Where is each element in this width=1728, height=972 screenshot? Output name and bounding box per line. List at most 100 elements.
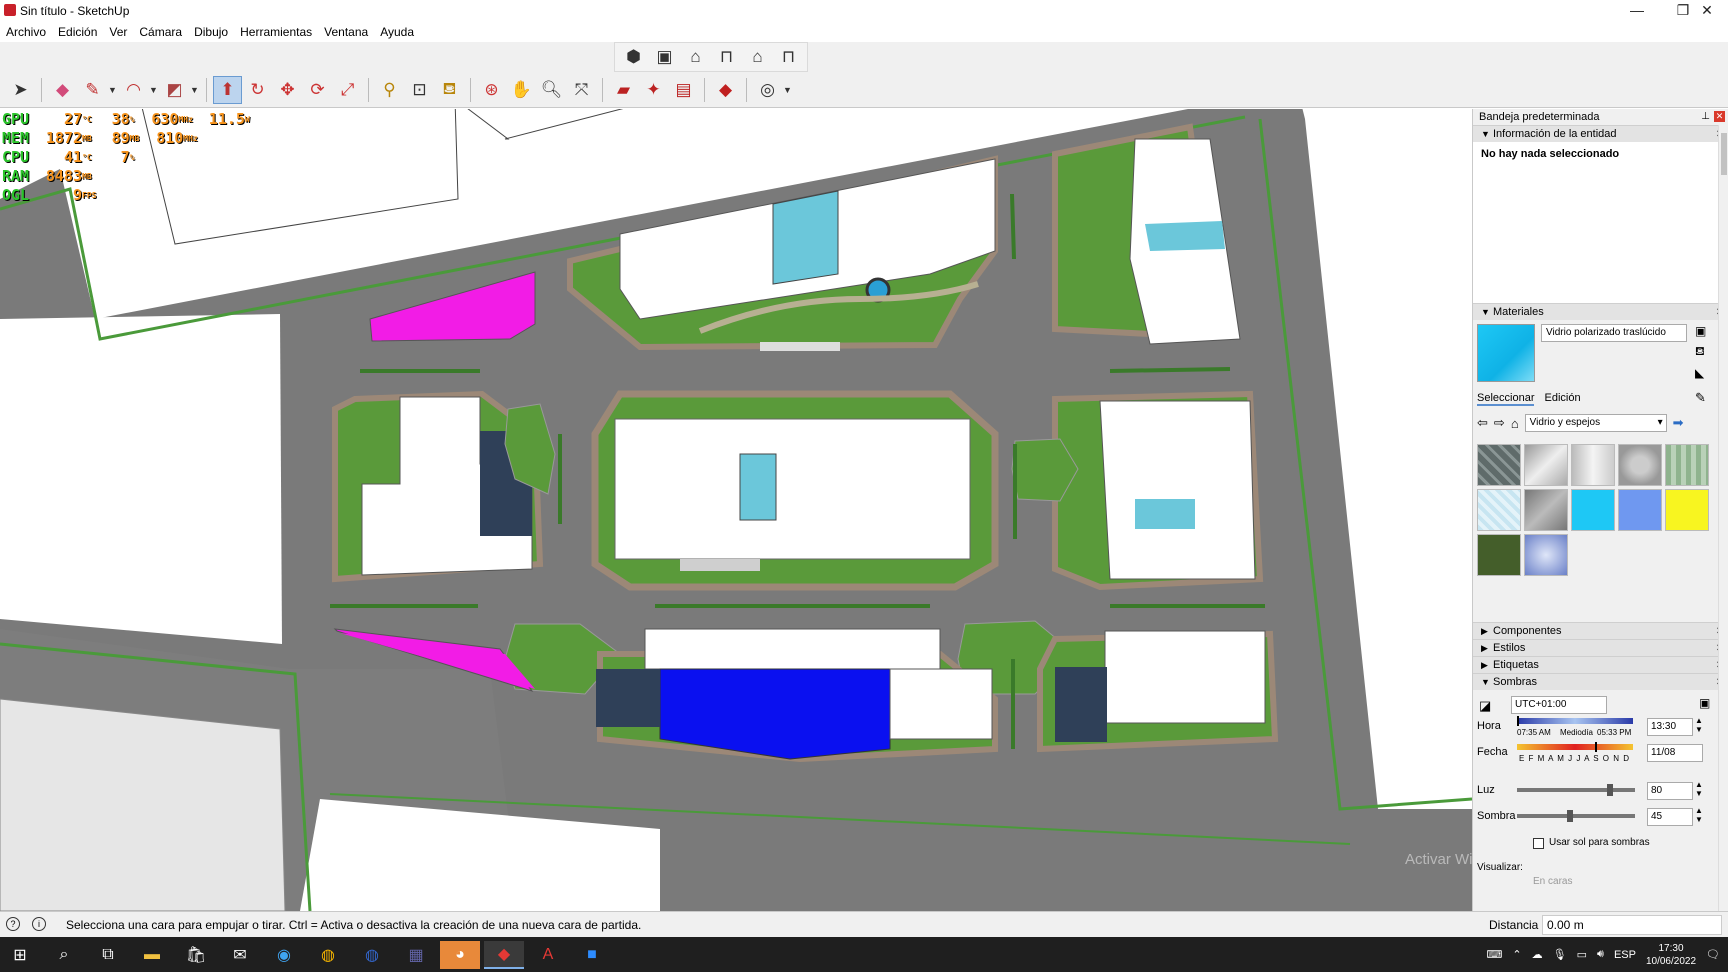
tray-scrollbar[interactable] bbox=[1718, 125, 1728, 911]
extension-warehouse-icon[interactable]: ✦ bbox=[639, 76, 668, 104]
line-dropdown-icon[interactable]: ▼ bbox=[108, 85, 118, 95]
shadow-settings-icon[interactable]: ▣ bbox=[1699, 696, 1710, 710]
create-material-icon[interactable]: ▣ bbox=[1695, 324, 1706, 338]
timezone-select[interactable]: UTC+01:00 bbox=[1511, 696, 1607, 714]
store-icon[interactable]: 🛍︎ bbox=[176, 941, 216, 969]
entity-info-header[interactable]: ▼Información de la entidad✕ bbox=[1473, 125, 1728, 142]
scrollbar-thumb[interactable] bbox=[1721, 133, 1727, 175]
paint-bucket-icon[interactable]: ⛾ bbox=[435, 76, 464, 104]
pencil-line-icon[interactable]: ✎ bbox=[78, 76, 107, 104]
rotate-icon[interactable]: ⟳ bbox=[303, 76, 332, 104]
eraser-icon[interactable]: ◆ bbox=[48, 76, 77, 104]
info-icon[interactable]: i bbox=[32, 917, 46, 931]
on-faces-option[interactable]: En caras bbox=[1533, 876, 1572, 887]
menu-ayuda[interactable]: Ayuda bbox=[380, 22, 414, 42]
shadow-input[interactable]: 45 bbox=[1647, 808, 1693, 826]
scale-icon[interactable]: ⤢ bbox=[333, 76, 362, 104]
back-view-icon[interactable]: ⌂ bbox=[743, 43, 772, 71]
material-name-field[interactable]: Vidrio polarizado traslúcido bbox=[1541, 324, 1687, 342]
zoom-app-icon[interactable]: ■ bbox=[572, 941, 612, 969]
shadow-toggle-icon[interactable]: ◪ bbox=[1479, 698, 1491, 714]
time-spinner-icon[interactable]: ▲ ▼ bbox=[1695, 716, 1703, 734]
move-icon[interactable]: ✥ bbox=[273, 76, 302, 104]
chrome-profile-icon[interactable]: ◍ bbox=[352, 941, 392, 969]
mail-icon[interactable]: ✉ bbox=[220, 941, 260, 969]
model-viewport[interactable]: GPU 27 °C 38% 630 MHz 11.5 W MEM 1872 MB 89 M… bbox=[0, 109, 1472, 911]
date-slider[interactable] bbox=[1517, 744, 1633, 750]
light-slider-knob[interactable] bbox=[1606, 784, 1613, 796]
ruby-console-icon[interactable]: ◆ bbox=[711, 76, 740, 104]
time-input[interactable]: 13:30 bbox=[1647, 718, 1693, 736]
account-dropdown-icon[interactable]: ▼ bbox=[783, 85, 793, 95]
teams-icon[interactable]: ▦ bbox=[396, 941, 436, 969]
task-view-icon[interactable]: ⧉ bbox=[88, 941, 128, 969]
light-slider[interactable] bbox=[1517, 788, 1635, 792]
use-sun-checkbox[interactable] bbox=[1533, 838, 1544, 849]
start-icon[interactable]: ⊞ bbox=[0, 941, 40, 969]
layout-send-icon[interactable]: ▤ bbox=[669, 76, 698, 104]
pan-hand-icon[interactable]: ✋ bbox=[507, 76, 536, 104]
tab-seleccionar[interactable]: Seleccionar bbox=[1477, 392, 1535, 406]
close-button[interactable]: ✕ bbox=[1684, 0, 1728, 22]
paint-default-icon[interactable]: ⛾ bbox=[1695, 344, 1705, 360]
details-arrow-icon[interactable]: ➡ bbox=[1673, 415, 1684, 431]
follow-me-icon[interactable]: ↻ bbox=[243, 76, 272, 104]
rectangle-icon[interactable]: ◩ bbox=[160, 76, 189, 104]
componentes-header[interactable]: ▶Componentes✕ bbox=[1473, 622, 1728, 639]
sketchup-taskbar-icon[interactable]: ◆ bbox=[484, 941, 524, 969]
arc-icon[interactable]: ◠ bbox=[119, 76, 148, 104]
select-arrow-icon[interactable]: ➤ bbox=[6, 76, 35, 104]
text-label-icon[interactable]: ⊡ bbox=[405, 76, 434, 104]
sombras-header[interactable]: ▼Sombras✕ bbox=[1473, 673, 1728, 690]
material-swatch[interactable] bbox=[1524, 534, 1568, 576]
material-swatch[interactable] bbox=[1571, 444, 1615, 486]
tray-close-icon[interactable]: ✕ bbox=[1714, 111, 1725, 122]
geo-location-icon[interactable]: ? bbox=[6, 917, 20, 931]
menu-ventana[interactable]: Ventana bbox=[324, 22, 368, 42]
material-swatch[interactable] bbox=[1665, 444, 1709, 486]
date-input[interactable]: 11/08 bbox=[1647, 744, 1703, 762]
material-swatch[interactable] bbox=[1524, 489, 1568, 531]
notifications-icon[interactable]: 🗨︎ bbox=[1706, 948, 1720, 961]
time-slider-knob[interactable] bbox=[1517, 716, 1519, 726]
menu-ver[interactable]: Ver bbox=[109, 22, 127, 42]
push-pull-icon[interactable]: ⬆ bbox=[213, 76, 242, 104]
front-view-icon[interactable]: ⌂ bbox=[681, 43, 710, 71]
material-swatch[interactable] bbox=[1665, 489, 1709, 531]
mic-icon[interactable]: 🎙︎ bbox=[1553, 948, 1567, 961]
material-preview[interactable] bbox=[1477, 324, 1535, 382]
edge-icon[interactable]: ◉ bbox=[264, 941, 304, 969]
pin-icon[interactable]: ⊥ bbox=[1701, 109, 1710, 125]
menu-herramientas[interactable]: Herramientas bbox=[240, 22, 312, 42]
etiquetas-header[interactable]: ▶Etiquetas✕ bbox=[1473, 656, 1728, 673]
zoom-extents-icon[interactable]: ⤧ bbox=[567, 76, 596, 104]
tab-edicion[interactable]: Edición bbox=[1544, 392, 1580, 406]
forward-arrow-icon[interactable]: ⇨ bbox=[1494, 415, 1505, 431]
date-slider-knob[interactable] bbox=[1595, 742, 1597, 752]
autocad-icon[interactable]: A bbox=[528, 941, 568, 969]
iso-view-icon[interactable]: ⬢ bbox=[619, 43, 648, 71]
shape-dropdown-icon[interactable]: ▼ bbox=[190, 85, 200, 95]
top-view-icon[interactable]: ▣ bbox=[650, 43, 679, 71]
material-library-select[interactable]: Vidrio y espejos bbox=[1524, 414, 1667, 432]
home-icon[interactable]: ⌂ bbox=[1511, 416, 1519, 431]
material-swatch[interactable] bbox=[1618, 489, 1662, 531]
discord-icon[interactable]: ◕ bbox=[440, 941, 480, 969]
light-input[interactable]: 80 bbox=[1647, 782, 1693, 800]
eyedropper-icon[interactable]: ✎ bbox=[1695, 390, 1706, 406]
estilos-header[interactable]: ▶Estilos✕ bbox=[1473, 639, 1728, 656]
chrome-icon[interactable]: ◍ bbox=[308, 941, 348, 969]
menu-dibujo[interactable]: Dibujo bbox=[194, 22, 228, 42]
file-explorer-icon[interactable]: ▬ bbox=[132, 941, 172, 969]
right-view-icon[interactable]: ⊓ bbox=[712, 43, 741, 71]
monitor-icon[interactable]: ▭ bbox=[1577, 948, 1587, 961]
shadow-slider-knob[interactable] bbox=[1567, 810, 1574, 822]
back-arrow-icon[interactable]: ⇦ bbox=[1477, 415, 1488, 431]
search-icon[interactable]: ⌕ bbox=[44, 941, 84, 969]
shadow-slider[interactable] bbox=[1517, 814, 1635, 818]
material-swatch[interactable] bbox=[1477, 444, 1521, 486]
left-view-icon[interactable]: ⊓ bbox=[774, 43, 803, 71]
light-spinner-icon[interactable]: ▲ ▼ bbox=[1695, 780, 1703, 798]
system-clock[interactable]: 17:30 10/06/2022 bbox=[1646, 942, 1696, 968]
orbit-icon[interactable]: ⊛ bbox=[477, 76, 506, 104]
